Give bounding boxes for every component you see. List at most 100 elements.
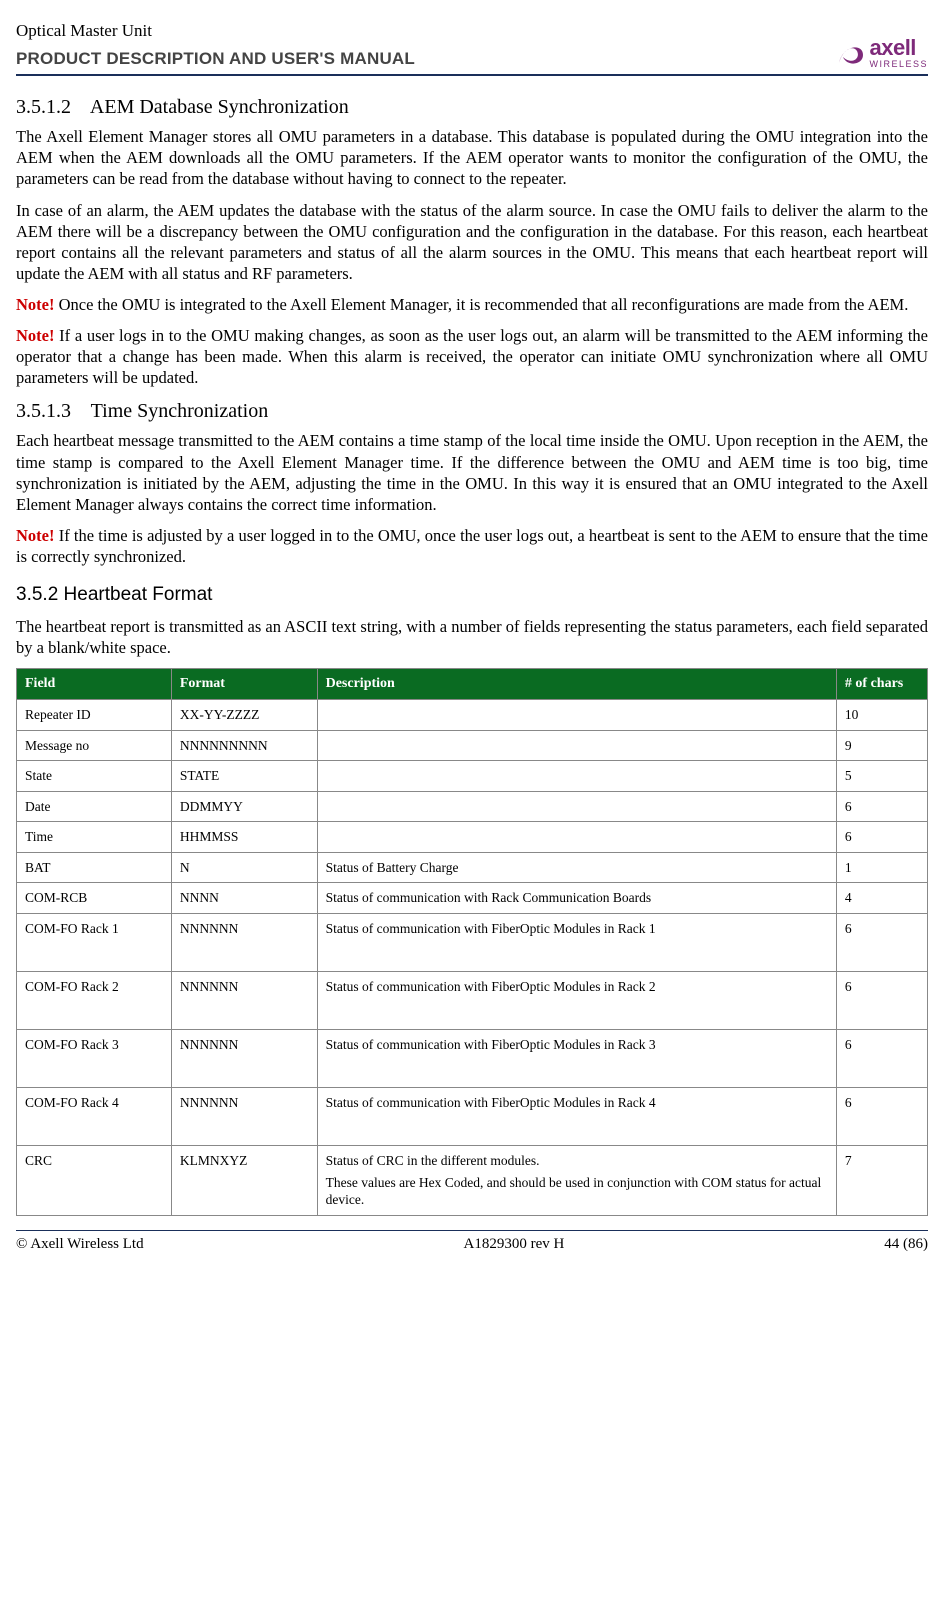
cell-format: NNNNNN — [171, 1087, 317, 1145]
cell-chars: 6 — [836, 971, 927, 1029]
note-paragraph: Note! If the time is adjusted by a user … — [16, 525, 928, 567]
cell-description: Status of communication with FiberOptic … — [317, 1029, 836, 1087]
cell-field: COM-FO Rack 4 — [17, 1087, 172, 1145]
table-row: StateSTATE 5 — [17, 761, 928, 792]
cell-chars: 6 — [836, 822, 927, 853]
cell-format: N — [171, 852, 317, 883]
cell-field: State — [17, 761, 172, 792]
body-paragraph: The heartbeat report is transmitted as a… — [16, 616, 928, 658]
note-label: Note! — [16, 526, 54, 545]
cell-chars: 1 — [836, 852, 927, 883]
body-paragraph: In case of an alarm, the AEM updates the… — [16, 200, 928, 284]
logo-text-stack: axell WIRELESS — [869, 34, 928, 70]
cell-chars: 10 — [836, 700, 927, 731]
cell-format: NNNN — [171, 883, 317, 914]
cell-field: Repeater ID — [17, 700, 172, 731]
section-title: AEM Database Synchronization — [90, 96, 349, 118]
section-number: 3.5.1.2 — [16, 94, 86, 120]
cell-description: Status of CRC in the different modules.T… — [317, 1145, 836, 1215]
logo-sub-text: WIRELESS — [869, 59, 928, 71]
cell-chars: 6 — [836, 913, 927, 971]
cell-field: COM-FO Rack 2 — [17, 971, 172, 1029]
cell-field: COM-RCB — [17, 883, 172, 914]
cell-description: Status of Battery Charge — [317, 852, 836, 883]
table-row: Message noNNNNNNNNN 9 — [17, 730, 928, 761]
heading-3-5-1-3: 3.5.1.3 Time Synchronization — [16, 398, 928, 424]
note-paragraph: Note! Once the OMU is integrated to the … — [16, 294, 928, 315]
cell-chars: 6 — [836, 791, 927, 822]
cell-format: KLMNXYZ — [171, 1145, 317, 1215]
note-label: Note! — [16, 295, 54, 314]
cell-field: CRC — [17, 1145, 172, 1215]
cell-chars: 7 — [836, 1145, 927, 1215]
doc-title: Optical Master Unit — [16, 20, 415, 42]
cell-format: NNNNNN — [171, 1029, 317, 1087]
cell-description — [317, 822, 836, 853]
note-body: Once the OMU is integrated to the Axell … — [54, 295, 908, 314]
page-header: Optical Master Unit PRODUCT DESCRIPTION … — [16, 20, 928, 76]
cell-format: HHMMSS — [171, 822, 317, 853]
cell-description: Status of communication with FiberOptic … — [317, 971, 836, 1029]
cell-field: BAT — [17, 852, 172, 883]
note-paragraph: Note! If a user logs in to the OMU makin… — [16, 325, 928, 388]
table-row: COM-RCBNNNNStatus of communication with … — [17, 883, 928, 914]
table-row: COM-FO Rack 3NNNNNNStatus of communicati… — [17, 1029, 928, 1087]
table-row: TimeHHMMSS 6 — [17, 822, 928, 853]
table-header-row: Field Format Description # of chars — [17, 668, 928, 699]
cell-format: STATE — [171, 761, 317, 792]
cell-chars: 6 — [836, 1087, 927, 1145]
header-left: Optical Master Unit PRODUCT DESCRIPTION … — [16, 20, 415, 70]
cell-field: COM-FO Rack 1 — [17, 913, 172, 971]
note-label: Note! — [16, 326, 54, 345]
table-row: COM-FO Rack 4NNNNNNStatus of communicati… — [17, 1087, 928, 1145]
cell-format: XX-YY-ZZZZ — [171, 700, 317, 731]
cell-chars: 5 — [836, 761, 927, 792]
cell-chars: 6 — [836, 1029, 927, 1087]
cell-description — [317, 791, 836, 822]
cell-chars: 9 — [836, 730, 927, 761]
table-row: Repeater IDXX-YY-ZZZZ 10 — [17, 700, 928, 731]
cell-field: COM-FO Rack 3 — [17, 1029, 172, 1087]
section-number: 3.5.1.3 — [16, 398, 86, 424]
heading-3-5-1-2: 3.5.1.2 AEM Database Synchronization — [16, 94, 928, 120]
section-title: Time Synchronization — [91, 400, 269, 422]
cell-format: DDMMYY — [171, 791, 317, 822]
cell-field: Date — [17, 791, 172, 822]
cell-description — [317, 761, 836, 792]
body-paragraph: The Axell Element Manager stores all OMU… — [16, 126, 928, 189]
table-row: BATNStatus of Battery Charge1 — [17, 852, 928, 883]
cell-description — [317, 700, 836, 731]
cell-format: NNNNNNNNN — [171, 730, 317, 761]
note-body: If the time is adjusted by a user logged… — [16, 526, 928, 566]
cell-description-extra: These values are Hex Coded, and should b… — [326, 1174, 828, 1209]
col-description: Description — [317, 668, 836, 699]
footer-right: 44 (86) — [884, 1235, 928, 1255]
cell-chars: 4 — [836, 883, 927, 914]
cell-description — [317, 730, 836, 761]
cell-field: Message no — [17, 730, 172, 761]
cell-description: Status of communication with Rack Commun… — [317, 883, 836, 914]
cell-description: Status of communication with FiberOptic … — [317, 913, 836, 971]
cell-description: Status of communication with FiberOptic … — [317, 1087, 836, 1145]
heading-3-5-2: 3.5.2 Heartbeat Format — [16, 583, 928, 608]
brand-logo: axell WIRELESS — [833, 34, 928, 70]
note-body: If a user logs in to the OMU making chan… — [16, 326, 928, 387]
section-title: Heartbeat Format — [64, 584, 213, 605]
table-row: COM-FO Rack 2NNNNNNStatus of communicati… — [17, 971, 928, 1029]
footer-center: A1829300 rev H — [464, 1235, 565, 1255]
cell-format: NNNNNN — [171, 971, 317, 1029]
doc-subtitle: PRODUCT DESCRIPTION AND USER'S MANUAL — [16, 48, 415, 70]
footer-left: © Axell Wireless Ltd — [16, 1235, 144, 1255]
table-row: CRCKLMNXYZStatus of CRC in the different… — [17, 1145, 928, 1215]
page-footer: © Axell Wireless Ltd A1829300 rev H 44 (… — [16, 1230, 928, 1255]
body-paragraph: Each heartbeat message transmitted to th… — [16, 430, 928, 514]
table-row: COM-FO Rack 1NNNNNNStatus of communicati… — [17, 913, 928, 971]
cell-format: NNNNNN — [171, 913, 317, 971]
col-format: Format — [171, 668, 317, 699]
logo-swirl-icon — [833, 35, 867, 69]
col-field: Field — [17, 668, 172, 699]
col-chars: # of chars — [836, 668, 927, 699]
section-number: 3.5.2 — [16, 584, 58, 605]
table-row: DateDDMMYY 6 — [17, 791, 928, 822]
cell-field: Time — [17, 822, 172, 853]
